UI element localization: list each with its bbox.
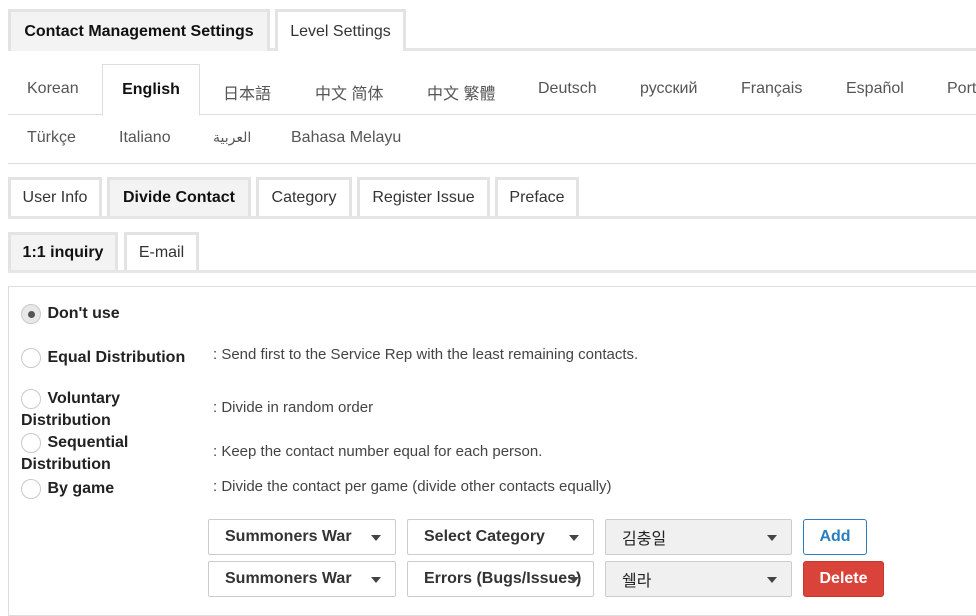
equal-distribution-desc: : Send first to the Service Rep with the… (213, 346, 639, 363)
rep-select-row-2-value: 쉘라 (622, 573, 652, 590)
option-voluntary-label-1: Voluntary (47, 390, 121, 407)
rep-select-row-1[interactable]: 김충일 (605, 519, 792, 555)
tab-preface[interactable]: Preface (495, 177, 579, 216)
lang-tab-turkish[interactable]: Türkçe (27, 129, 76, 147)
chevron-down-icon (569, 577, 579, 583)
tab-level-settings[interactable]: Level Settings (275, 9, 406, 51)
lang-tab-arabic[interactable]: العربية (213, 129, 251, 146)
lang-tab-german[interactable]: Deutsch (538, 80, 597, 98)
lang-tab-french[interactable]: Français (741, 80, 802, 98)
sequential-distribution-desc: : Keep the contact number equal for each… (213, 443, 543, 460)
rep-select-row-1-value: 김충일 (622, 531, 667, 548)
lang-tab-russian[interactable]: русский (640, 80, 697, 98)
chevron-down-icon (569, 535, 579, 541)
channel-tab-bar: 1:1 inquiry E-mail (8, 232, 976, 273)
option-voluntary-distribution[interactable]: Voluntary Distribution (21, 388, 120, 432)
category-select-row-1-value: Select Category (424, 528, 545, 545)
tab-category[interactable]: Category (256, 177, 352, 216)
rep-select-row-2[interactable]: 쉘라 (605, 561, 792, 597)
radio-dont-use[interactable] (21, 303, 41, 324)
option-by-game-label: By game (47, 480, 115, 497)
option-sequential-label-2: Distribution (21, 456, 111, 473)
tab-divide-contact[interactable]: Divide Contact (107, 177, 251, 216)
category-select-row-2[interactable]: Errors (Bugs/Issues) (407, 561, 594, 597)
radio-voluntary-distribution[interactable] (21, 388, 41, 409)
game-select-row-2[interactable]: Summoners War (208, 561, 396, 597)
radio-sequential-distribution[interactable] (21, 432, 41, 453)
lang-tab-malay[interactable]: Bahasa Melayu (291, 129, 401, 147)
option-equal-distribution[interactable]: Equal Distribution (21, 347, 185, 369)
option-sequential-distribution[interactable]: Sequential Distribution (21, 432, 128, 476)
add-button[interactable]: Add (803, 519, 867, 555)
lang-tab-italian[interactable]: Italiano (119, 129, 171, 147)
radio-equal-distribution[interactable] (21, 347, 41, 368)
top-tab-bar: Contact Management Settings Level Settin… (8, 9, 976, 51)
radio-by-game[interactable] (21, 478, 41, 499)
lang-tab-spanish[interactable]: Español (846, 80, 904, 98)
lang-tab-portuguese[interactable]: Port (947, 80, 976, 98)
game-select-row-1-value: Summoners War (225, 528, 352, 545)
voluntary-distribution-desc: : Divide in random order (213, 399, 374, 416)
delete-button[interactable]: Delete (803, 561, 884, 597)
option-by-game[interactable]: By game (21, 478, 114, 500)
tab-register-issue[interactable]: Register Issue (357, 177, 490, 216)
tab-email[interactable]: E-mail (124, 232, 199, 270)
lang-tab-english[interactable]: English (102, 64, 200, 116)
tab-1-1-inquiry[interactable]: 1:1 inquiry (8, 232, 118, 270)
chevron-down-icon (371, 577, 381, 583)
category-select-row-2-value: Errors (Bugs/Issues) (424, 570, 582, 587)
tab-user-info[interactable]: User Info (8, 177, 102, 216)
category-select-row-1[interactable]: Select Category (407, 519, 594, 555)
chevron-down-icon (767, 535, 777, 541)
lang-tab-japanese[interactable]: 日本語 (223, 80, 271, 104)
option-dont-use-label: Don't use (47, 305, 120, 322)
by-game-desc: : Divide the contact per game (divide ot… (213, 478, 612, 495)
game-select-row-1[interactable]: Summoners War (208, 519, 396, 555)
section-tab-bar: User Info Divide Contact Category Regist… (8, 177, 976, 219)
option-dont-use[interactable]: Don't use (21, 303, 120, 325)
option-equal-distribution-label: Equal Distribution (47, 349, 186, 366)
chevron-down-icon (371, 535, 381, 541)
lang-tab-chinese-traditional[interactable]: 中文 繁體 (427, 80, 495, 104)
chevron-down-icon (767, 577, 777, 583)
lang-tab-korean[interactable]: Korean (27, 80, 79, 98)
game-select-row-2-value: Summoners War (225, 570, 352, 587)
option-sequential-label-1: Sequential (47, 434, 129, 451)
tab-contact-management-settings[interactable]: Contact Management Settings (8, 9, 270, 51)
option-voluntary-label-2: Distribution (21, 412, 111, 429)
language-tabs: Korean English 日本語 中文 简体 中文 繁體 Deutsch р… (8, 64, 976, 164)
lang-tab-chinese-simplified[interactable]: 中文 简体 (315, 80, 383, 104)
